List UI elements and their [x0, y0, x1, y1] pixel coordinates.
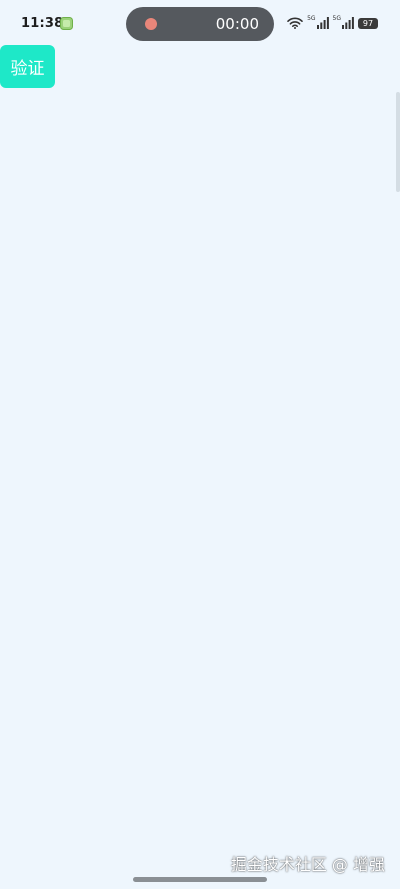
- status-indicators: 5G 5G 97: [287, 15, 378, 31]
- recording-dot-icon: [145, 18, 157, 30]
- status-bar: 11:38 00:00 5G 5G 97: [0, 0, 400, 46]
- network-type-label-1: 5G: [307, 14, 316, 22]
- status-time: 11:38: [21, 16, 64, 31]
- notification-app-icon: [60, 17, 73, 30]
- wifi-icon: [287, 17, 303, 29]
- battery-icon: 97: [358, 17, 378, 29]
- network-type-label-2: 5G: [332, 14, 341, 22]
- home-indicator-bar[interactable]: [133, 877, 267, 882]
- screen-recording-pill[interactable]: 00:00: [126, 7, 274, 41]
- recording-timer: 00:00: [215, 15, 259, 33]
- verify-button[interactable]: 验证: [0, 45, 55, 88]
- watermark: 掘金技术社区 @ 增强: [230, 855, 385, 874]
- signal-strength-icon-2: [342, 17, 354, 29]
- signal-strength-icon-1: [316, 17, 329, 29]
- scrollbar[interactable]: [396, 92, 400, 192]
